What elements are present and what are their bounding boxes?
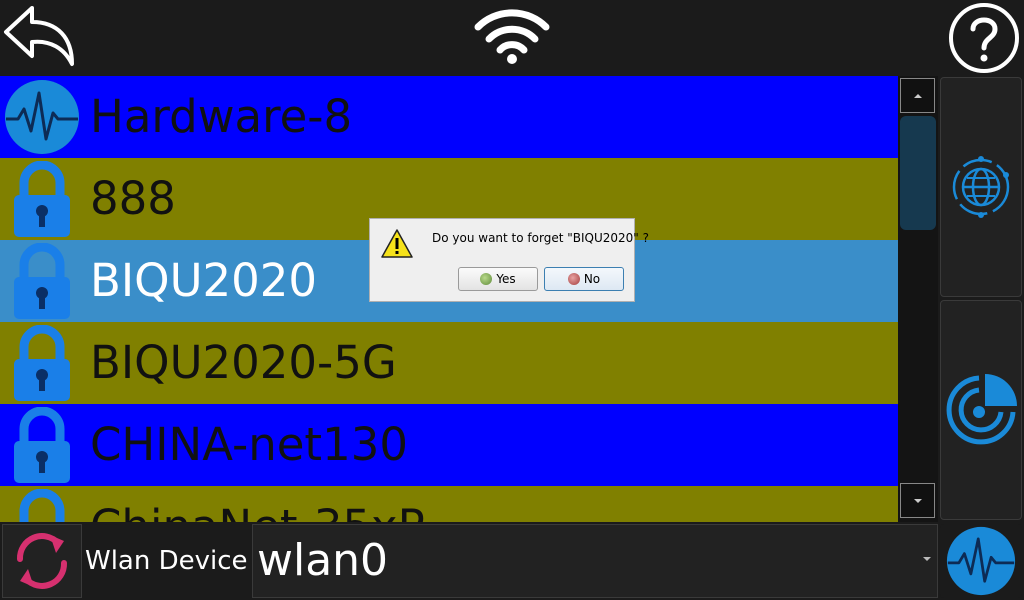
globe-network-icon bbox=[952, 156, 1010, 218]
yes-label: Yes bbox=[496, 272, 516, 286]
cancel-icon bbox=[567, 273, 580, 285]
scroll-thumb[interactable] bbox=[900, 116, 936, 230]
network-row-hardware-8[interactable]: Hardware-8 bbox=[0, 76, 898, 158]
dialog-message: Do you want to forget "BIQU2020" ? bbox=[432, 231, 649, 245]
signal-pulse-icon bbox=[0, 76, 84, 158]
forget-network-dialog: Do you want to forget "BIQU2020" ? Yes N… bbox=[369, 218, 649, 302]
scan-button[interactable] bbox=[940, 300, 1022, 520]
network-name: BIQU2020 bbox=[90, 254, 318, 307]
no-label: No bbox=[583, 272, 601, 286]
no-button[interactable]: No bbox=[544, 267, 624, 291]
wifi-icon bbox=[470, 4, 554, 68]
chevron-down-icon bbox=[913, 498, 922, 503]
check-icon bbox=[480, 273, 493, 285]
help-icon[interactable] bbox=[946, 2, 1022, 74]
network-name: ChinaNet-35xP bbox=[84, 486, 425, 522]
back-arrow-icon[interactable] bbox=[0, 0, 80, 72]
network-name: BIQU2020-5G bbox=[90, 336, 397, 389]
list-scrollbar[interactable] bbox=[898, 76, 938, 522]
yes-button[interactable]: Yes bbox=[458, 267, 538, 291]
network-name: Hardware-8 bbox=[90, 90, 353, 143]
network-row-chinanet-35xp[interactable]: ChinaNet-35xP bbox=[0, 486, 898, 522]
wlan-device-select[interactable]: wlan0 bbox=[252, 524, 938, 598]
top-bar bbox=[0, 0, 1024, 76]
status-button[interactable] bbox=[940, 524, 1022, 598]
lock-icon bbox=[0, 486, 84, 522]
network-name: 888 bbox=[90, 172, 176, 225]
wlan-device-value: wlan0 bbox=[257, 535, 389, 586]
lock-icon bbox=[0, 158, 84, 240]
pie-scan-icon bbox=[946, 374, 1017, 445]
network-row-china-net130[interactable]: CHINA-net130 bbox=[0, 404, 898, 486]
scroll-down-button[interactable] bbox=[900, 483, 935, 518]
scroll-up-button[interactable] bbox=[900, 78, 935, 113]
dropdown-arrow-icon bbox=[923, 557, 931, 561]
lock-icon bbox=[0, 404, 84, 486]
network-settings-button[interactable] bbox=[940, 77, 1022, 297]
network-row-biqu2020-5g[interactable]: BIQU2020-5G bbox=[0, 322, 898, 404]
refresh-icon bbox=[17, 533, 67, 589]
refresh-button[interactable] bbox=[2, 524, 82, 598]
signal-pulse-icon bbox=[946, 526, 1016, 596]
lock-icon bbox=[0, 322, 84, 404]
warning-icon bbox=[381, 229, 413, 258]
bottom-bar: Wlan Device : wlan0 bbox=[0, 522, 1024, 600]
lock-icon bbox=[0, 240, 84, 322]
chevron-up-icon bbox=[913, 93, 922, 98]
network-name: CHINA-net130 bbox=[90, 418, 408, 471]
wlan-device-label: Wlan Device : bbox=[85, 546, 265, 576]
